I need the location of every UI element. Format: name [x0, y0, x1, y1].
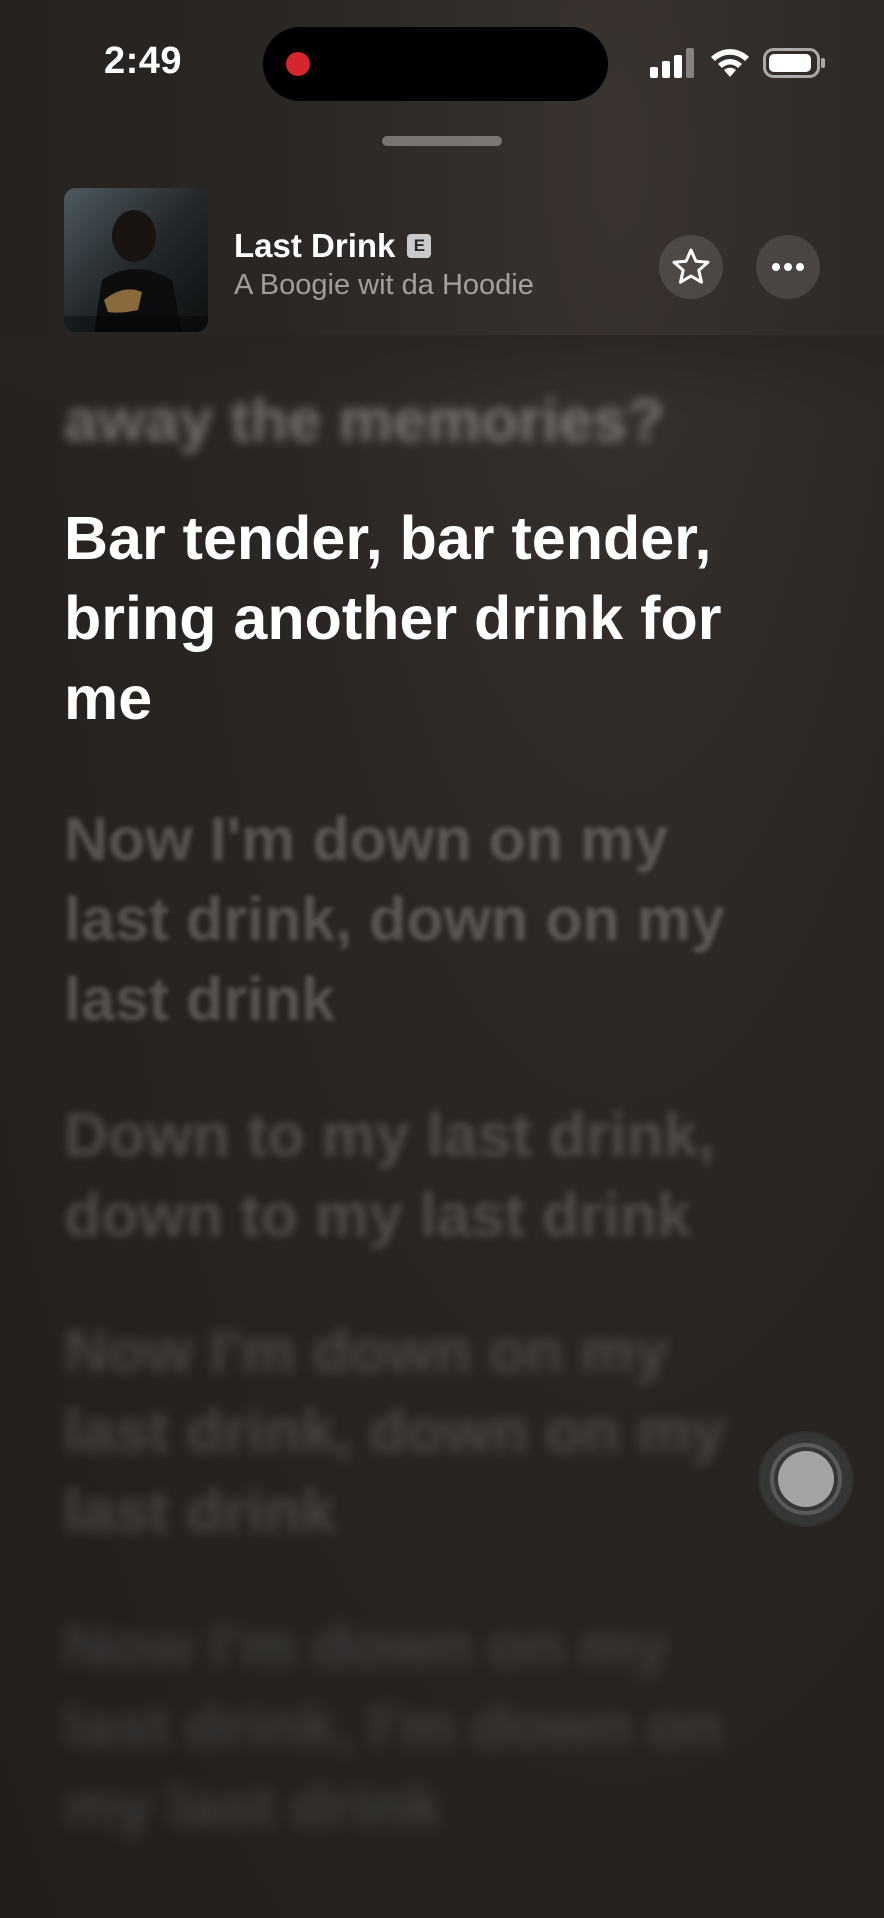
album-artwork[interactable] [64, 188, 208, 332]
assistive-touch-button[interactable] [760, 1433, 852, 1525]
track-title-row: Last Drink E [234, 227, 432, 265]
sheet-grabber[interactable] [382, 136, 502, 146]
more-button[interactable] [756, 235, 820, 299]
lyric-line-upcoming[interactable]: Now I'm down on my last drink, down on m… [64, 799, 784, 1039]
star-icon [672, 248, 710, 284]
ellipsis-icon [772, 263, 804, 271]
assistive-touch-icon [778, 1451, 834, 1507]
assistive-touch-ring [770, 1443, 842, 1515]
battery-icon [763, 48, 825, 78]
lyrics-top-fade [0, 335, 884, 415]
album-artwork-image [64, 188, 208, 332]
lyric-line-upcoming[interactable]: Down to my last drink, down to my last d… [64, 1095, 784, 1255]
cellular-signal-icon [650, 48, 694, 78]
recording-indicator-icon [286, 52, 310, 76]
track-artist[interactable]: A Boogie wit da Hoodie [234, 269, 534, 302]
explicit-badge: E [407, 234, 432, 258]
status-bar: 2:49 [0, 0, 884, 120]
lyric-line-upcoming[interactable]: Now I'm down on my last drink, down on m… [64, 1311, 784, 1551]
lyric-line-active[interactable]: Bar tender, bar tender, bring another dr… [64, 498, 784, 738]
track-title[interactable]: Last Drink [234, 227, 395, 265]
lyric-line-upcoming[interactable]: Now I'm down on my last drink, I'm down … [64, 1606, 784, 1846]
now-playing-header: Last Drink E A Boogie wit da Hoodie [0, 185, 884, 335]
favorite-button[interactable] [659, 235, 723, 299]
status-time: 2:49 [104, 40, 183, 82]
dynamic-island[interactable] [263, 27, 608, 101]
wifi-icon [711, 49, 749, 77]
